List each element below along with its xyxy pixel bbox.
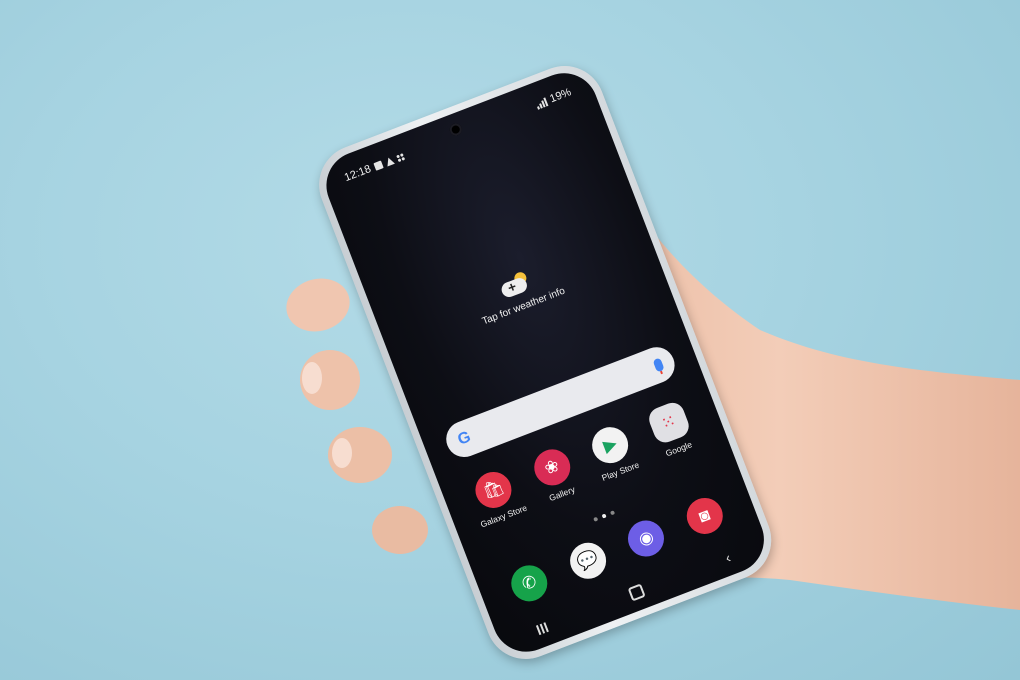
app-label: Galaxy Store xyxy=(478,502,529,530)
back-icon[interactable]: ‹ xyxy=(723,549,733,566)
weather-label: Tap for weather info xyxy=(480,285,567,328)
shopping-bag-icon: 🛍 xyxy=(470,466,517,514)
app-folder-icon: ⁙ xyxy=(645,399,692,446)
internet-planet-icon: ◉ xyxy=(622,515,670,562)
play-triangle-icon: ▶ xyxy=(587,421,634,469)
dock-camera[interactable]: ◙ xyxy=(669,488,742,549)
gallery-notification-icon xyxy=(372,160,384,171)
battery-level: 19% xyxy=(548,86,574,106)
weather-widget[interactable]: + Tap for weather info xyxy=(377,222,659,363)
camera-icon: ◙ xyxy=(681,492,728,540)
status-time: 12:18 xyxy=(342,163,373,185)
home-icon[interactable] xyxy=(627,583,646,602)
recents-icon[interactable] xyxy=(535,622,549,636)
app-label: Play Store xyxy=(600,459,641,483)
flower-icon: ❀ xyxy=(528,444,576,491)
photo-scene: 12:18 19% + Tap for weather info G 🛍 Gal… xyxy=(0,0,1020,680)
alert-notification-icon xyxy=(384,156,395,167)
google-logo-icon: G xyxy=(455,428,474,449)
messages-icon: 💬 xyxy=(564,537,612,585)
mic-icon[interactable] xyxy=(652,357,665,373)
more-notifications-icon xyxy=(395,152,405,162)
phone-icon: ✆ xyxy=(506,559,553,607)
signal-icon xyxy=(535,96,549,110)
